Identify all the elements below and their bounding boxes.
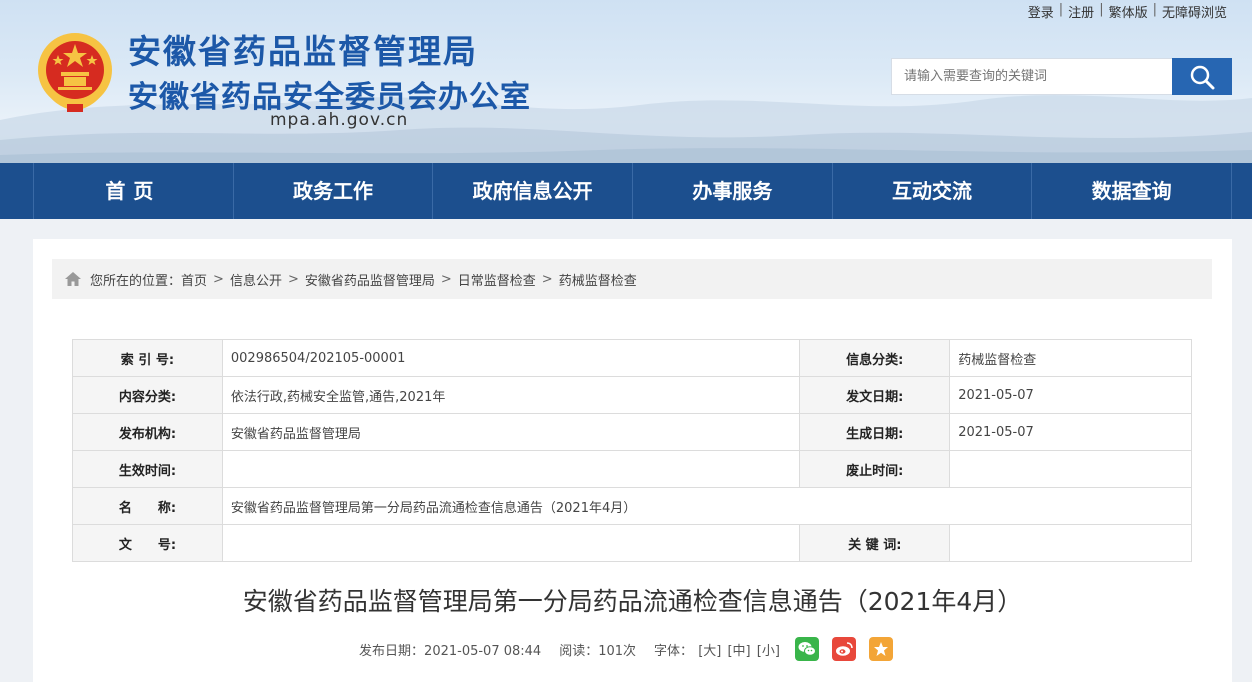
weibo-icon (835, 642, 853, 656)
wechat-share-button[interactable] (794, 637, 819, 661)
nav-government-affairs[interactable]: 政务工作 (232, 163, 433, 219)
font-size-label: 字体： (654, 643, 694, 659)
breadcrumb-separator: > (440, 271, 452, 287)
category-value: 药械监督检查 (949, 339, 1192, 377)
document-number-value (221, 524, 801, 562)
font-large-button[interactable]: [大] (698, 644, 721, 659)
breadcrumb-daily-inspection[interactable]: 日常监督检查 (458, 270, 536, 289)
site-title-primary: 安徽省药品监督管理局 (128, 32, 478, 71)
content-category-label: 内容分类: (72, 376, 223, 414)
traditional-chinese-link[interactable]: 繁体版 (1104, 2, 1153, 21)
login-link[interactable]: 登录 (1023, 2, 1059, 21)
index-label: 索 引 号: (72, 339, 223, 377)
breadcrumb-separator: > (287, 271, 299, 287)
national-emblem-icon (38, 33, 112, 112)
breadcrumb-bureau[interactable]: 安徽省药品监督管理局 (305, 270, 435, 289)
table-row: 生效时间: 废止时间: (72, 450, 1192, 488)
generated-date-label: 生成日期: (799, 413, 951, 451)
weibo-share-button[interactable] (831, 637, 856, 661)
table-row: 文 号: 关 键 词: (72, 524, 1192, 562)
name-value: 安徽省药品监督管理局第一分局药品流通检查信息通告（2021年4月） (221, 487, 1193, 525)
table-row: 发布机构: 安徽省药品监督管理局 生成日期: 2021-05-07 (72, 413, 1192, 451)
effective-time-label: 生效时间: (72, 450, 223, 488)
document-metadata-table: 索 引 号: 002986504/202105-00001 信息分类: 药械监督… (72, 339, 1193, 562)
generated-date-value: 2021-05-07 (949, 413, 1192, 451)
favorite-button[interactable] (868, 637, 893, 661)
breadcrumb-home[interactable]: 首页 (181, 270, 207, 289)
content-category-value: 依法行政,药械安全监管,通告,2021年 (221, 376, 801, 414)
keywords-label: 关 键 词: (799, 524, 951, 562)
issue-date-value: 2021-05-07 (949, 376, 1192, 414)
publisher-label: 发布机构: (72, 413, 223, 451)
star-icon (873, 642, 888, 656)
effective-time-value (221, 450, 801, 488)
read-count: 阅读：101次 (559, 643, 637, 659)
issue-date-label: 发文日期: (799, 376, 951, 414)
breadcrumb-separator: > (541, 271, 553, 287)
table-row: 名 称: 安徽省药品监督管理局第一分局药品流通检查信息通告（2021年4月） (72, 487, 1193, 525)
article-title: 安徽省药品监督管理局第一分局药品流通检查信息通告（2021年4月） (242, 587, 1023, 616)
site-domain: mpa.ah.gov.cn (270, 110, 409, 130)
font-small-button[interactable]: [小] (757, 644, 780, 659)
article-meta: 发布日期：2021-05-07 08:44 阅读：101次 字体： [大] [中… (33, 637, 1232, 661)
home-icon (65, 272, 81, 286)
category-label: 信息分类: (799, 339, 951, 377)
table-row: 索 引 号: 002986504/202105-00001 信息分类: 药械监督… (72, 339, 1192, 377)
site-header: 登录 | 注册 | 繁体版 | 无障碍浏览 安徽省药品监督管理局 安徽省药品安全委员会… (0, 0, 1252, 163)
search-icon (1190, 65, 1215, 89)
top-links: 登录 | 注册 | 繁体版 | 无障碍浏览 (1023, 2, 1232, 21)
nav-interaction[interactable]: 互动交流 (831, 163, 1032, 219)
main-nav: 首页 政务工作 政府信息公开 办事服务 互动交流 数据查询 (0, 163, 1252, 219)
breadcrumb-device-inspection[interactable]: 药械监督检查 (559, 270, 637, 289)
accessibility-link[interactable]: 无障碍浏览 (1157, 2, 1232, 21)
abolish-time-value (949, 450, 1192, 488)
nav-home[interactable]: 首页 (33, 163, 233, 219)
index-value: 002986504/202105-00001 (221, 339, 801, 377)
publish-date: 发布日期：2021-05-07 08:44 (359, 643, 542, 659)
nav-data-query[interactable]: 数据查询 (1031, 163, 1233, 219)
search-button[interactable] (1172, 58, 1232, 95)
nav-services[interactable]: 办事服务 (632, 163, 832, 219)
wechat-icon (798, 642, 816, 656)
document-number-label: 文 号: (72, 524, 223, 562)
publisher-value: 安徽省药品监督管理局 (221, 413, 801, 451)
search-input[interactable] (891, 58, 1173, 95)
nav-information-disclosure[interactable]: 政府信息公开 (432, 163, 632, 219)
content-panel: 您所在的位置： 首页 > 信息公开 > 安徽省药品监督管理局 > 日常监督检查 … (33, 239, 1232, 682)
breadcrumb: 您所在的位置： 首页 > 信息公开 > 安徽省药品监督管理局 > 日常监督检查 … (52, 259, 1212, 299)
keywords-value (949, 524, 1192, 562)
table-row: 内容分类: 依法行政,药械安全监管,通告,2021年 发文日期: 2021-05… (72, 376, 1192, 414)
breadcrumb-prefix: 您所在的位置： (90, 273, 182, 289)
register-link[interactable]: 注册 (1063, 2, 1099, 21)
breadcrumb-info-disclosure[interactable]: 信息公开 (230, 270, 282, 289)
font-medium-button[interactable]: [中] (727, 644, 750, 659)
breadcrumb-separator: > (213, 271, 224, 287)
font-size-selector: 字体： [大] [中] [小] (654, 640, 781, 659)
abolish-time-label: 废止时间: (799, 450, 951, 488)
name-label: 名 称: (72, 487, 223, 525)
